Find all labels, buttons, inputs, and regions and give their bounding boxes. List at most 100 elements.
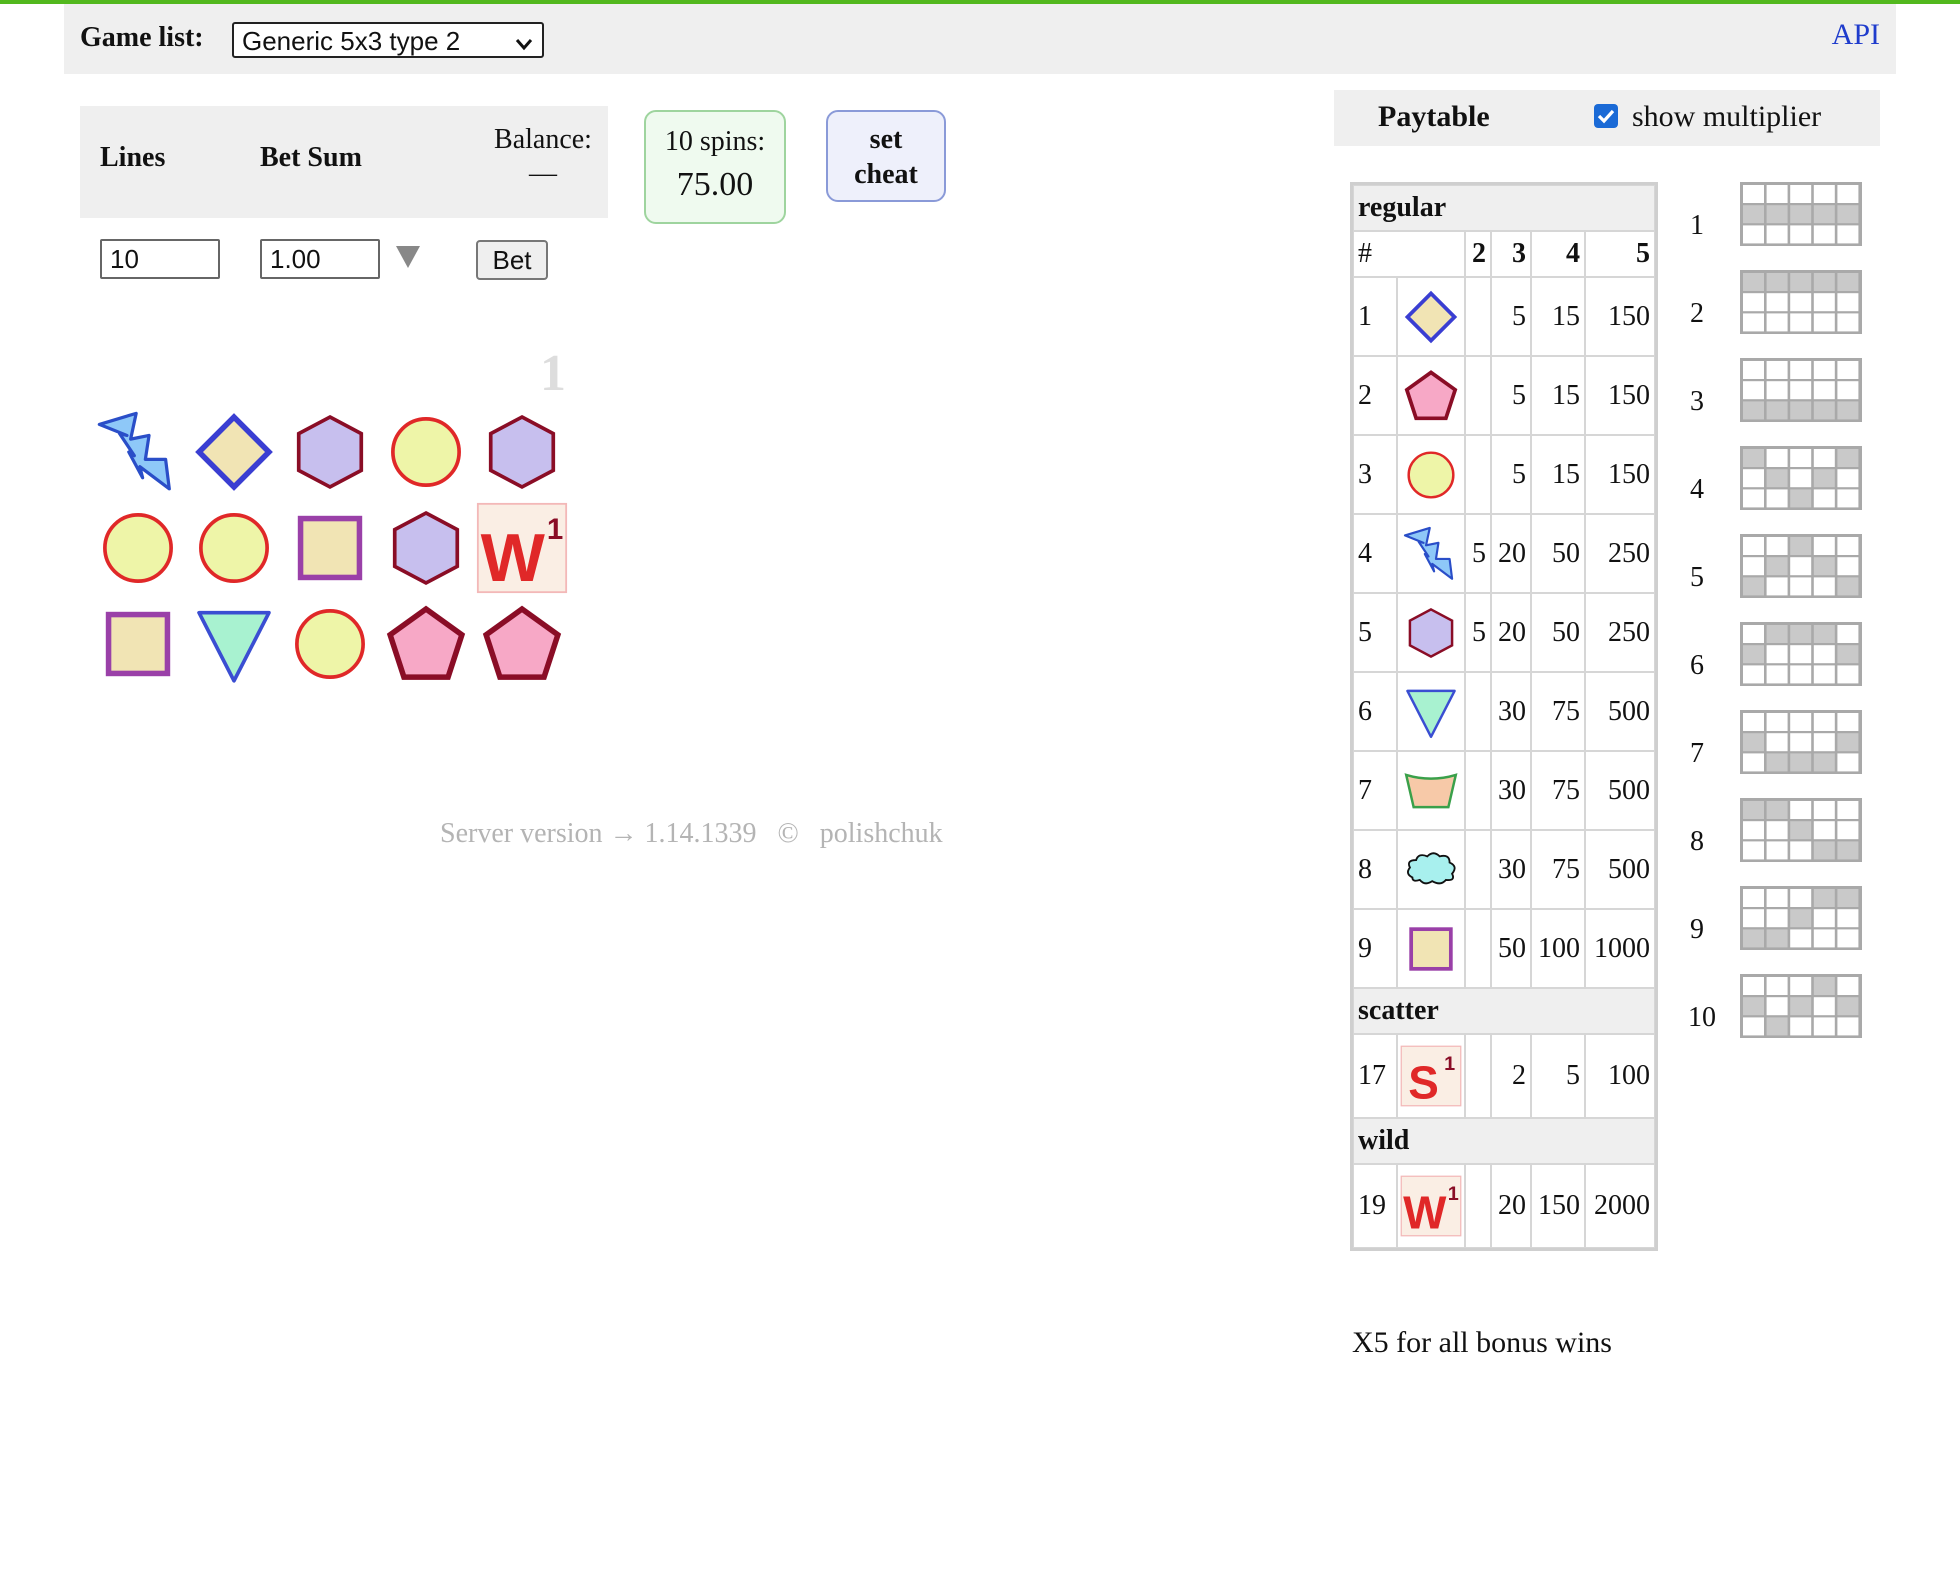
symbol-id: 6 <box>1353 672 1397 751</box>
payout-cell: 20 <box>1491 514 1531 593</box>
payline-pattern-6[interactable] <box>1740 622 1862 686</box>
payline-pattern-2[interactable] <box>1740 270 1862 334</box>
game-list-select[interactable]: Generic 5x3 type 2 <box>232 22 544 58</box>
payout-cell <box>1465 435 1491 514</box>
payline-number: 5 <box>1690 562 1704 593</box>
symbol-id: 4 <box>1353 514 1397 593</box>
spins-value: 75.00 <box>676 166 754 203</box>
server-version-footer: Server version → 1.14.1339 © polishchuk <box>440 818 943 849</box>
payline-pattern-4[interactable] <box>1740 446 1862 510</box>
symbol-id: 1 <box>1353 277 1397 356</box>
payout-cell: 100 <box>1585 1034 1655 1118</box>
payout-cell: 75 <box>1531 672 1585 751</box>
paytable-title: Paytable <box>1378 100 1490 133</box>
payout-cell: 30 <box>1491 830 1531 909</box>
svg-text:1: 1 <box>547 513 563 546</box>
header-cell: # <box>1353 231 1465 277</box>
lines-input[interactable]: 10 <box>100 239 220 279</box>
api-link[interactable]: API <box>1832 18 1880 52</box>
paytable-row: 19 W 1 20 150 2000 <box>1353 1164 1655 1248</box>
payout-cell: 20 <box>1491 1164 1531 1248</box>
payout-cell <box>1465 751 1491 830</box>
scatter-symbol-icon: S1 <box>1397 1034 1465 1118</box>
payout-cell: 50 <box>1531 514 1585 593</box>
paytable-row: 4 5 20 50 250 <box>1353 514 1655 593</box>
payout-cell <box>1465 356 1491 435</box>
show-multiplier-checkbox[interactable] <box>1594 104 1618 128</box>
triangle-symbol-icon <box>1397 672 1465 751</box>
svg-text:W: W <box>1403 1186 1447 1237</box>
payline-number: 1 <box>1690 210 1704 241</box>
bet-sum-input[interactable]: 1.00 <box>260 239 380 279</box>
paytable-row: 2 5 15 150 <box>1353 356 1655 435</box>
cheat-line1: set <box>869 124 903 155</box>
payline-pattern-8[interactable] <box>1740 798 1862 862</box>
symbol-id: 5 <box>1353 593 1397 672</box>
bet-button[interactable]: Bet <box>476 240 548 280</box>
payline-number: 7 <box>1690 738 1704 769</box>
set-cheat-button[interactable]: set cheat <box>826 110 946 202</box>
diamond-symbol-icon <box>188 406 280 498</box>
payout-cell <box>1465 672 1491 751</box>
chevron-down-icon <box>514 30 534 60</box>
balance-label: Balance: <box>494 124 592 155</box>
section-title: scatter <box>1353 988 1655 1034</box>
spins-label: 10 spins: <box>664 126 766 157</box>
lightning-symbol-icon <box>1397 514 1465 593</box>
paytable-row: 17 S 1 2 5 100 <box>1353 1034 1655 1118</box>
payout-cell: 500 <box>1585 830 1655 909</box>
square-symbol-icon <box>284 502 376 594</box>
payline-pattern-7[interactable] <box>1740 710 1862 774</box>
circle-symbol-icon <box>92 502 184 594</box>
hexagon-symbol-icon <box>1397 593 1465 672</box>
paytable-row: 3 5 15 150 <box>1353 435 1655 514</box>
payline-pattern-9[interactable] <box>1740 886 1862 950</box>
payout-cell: 50 <box>1531 593 1585 672</box>
win-line-number: 1 <box>540 345 566 402</box>
payout-cell: 15 <box>1531 356 1585 435</box>
payline-pattern-3[interactable] <box>1740 358 1862 422</box>
payout-cell: 75 <box>1531 830 1585 909</box>
payout-cell: 5 <box>1531 1034 1585 1118</box>
svg-text:S: S <box>1408 1056 1439 1107</box>
payout-cell <box>1465 909 1491 988</box>
paytable-header-row: #2 3 4 5 <box>1353 231 1655 277</box>
symbol-id: 17 <box>1353 1034 1397 1118</box>
cloud-symbol-icon <box>1397 830 1465 909</box>
bonus-note: Χ5 for all bonus wins <box>1352 1326 1612 1359</box>
payline-number: 8 <box>1690 826 1704 857</box>
paytable-header: Paytable show multiplier <box>1334 90 1880 146</box>
paytable-row: 9 50 100 1000 <box>1353 909 1655 988</box>
payline-number: 9 <box>1690 914 1704 945</box>
symbol-id: 19 <box>1353 1164 1397 1248</box>
payout-cell: 5 <box>1465 593 1491 672</box>
balance-value: — <box>529 158 557 189</box>
payline-pattern-10[interactable] <box>1740 974 1862 1038</box>
payout-cell: 500 <box>1585 672 1655 751</box>
wild-symbol-icon: W1 <box>1397 1164 1465 1248</box>
payout-cell: 150 <box>1585 277 1655 356</box>
spins-result-button[interactable]: 10 spins: 75.00 <box>644 110 786 224</box>
wild-symbol-icon: W1 <box>476 502 568 594</box>
payline-number: 2 <box>1690 298 1704 329</box>
paytable-section-wild: wild <box>1353 1118 1655 1164</box>
payout-cell <box>1465 1034 1491 1118</box>
payout-cell: 50 <box>1491 909 1531 988</box>
payline-pattern-5[interactable] <box>1740 534 1862 598</box>
circle-symbol-icon <box>188 502 280 594</box>
svg-text:1: 1 <box>1444 1053 1455 1075</box>
payout-cell: 5 <box>1491 435 1531 514</box>
payout-cell <box>1465 1164 1491 1248</box>
header-bar: Game list: Generic 5x3 type 2 API <box>64 4 1896 74</box>
payout-cell: 20 <box>1491 593 1531 672</box>
payout-cell <box>1465 830 1491 909</box>
payline-pattern-1[interactable] <box>1740 182 1862 246</box>
bet-sum-dropdown-icon[interactable] <box>396 246 420 268</box>
payout-cell: 150 <box>1531 1164 1585 1248</box>
circle-symbol-icon <box>1397 435 1465 514</box>
payout-cell: 1000 <box>1585 909 1655 988</box>
symbol-id: 2 <box>1353 356 1397 435</box>
payout-cell: 75 <box>1531 751 1585 830</box>
svg-text:W: W <box>481 520 546 594</box>
paytable-row: 7 30 75 500 <box>1353 751 1655 830</box>
